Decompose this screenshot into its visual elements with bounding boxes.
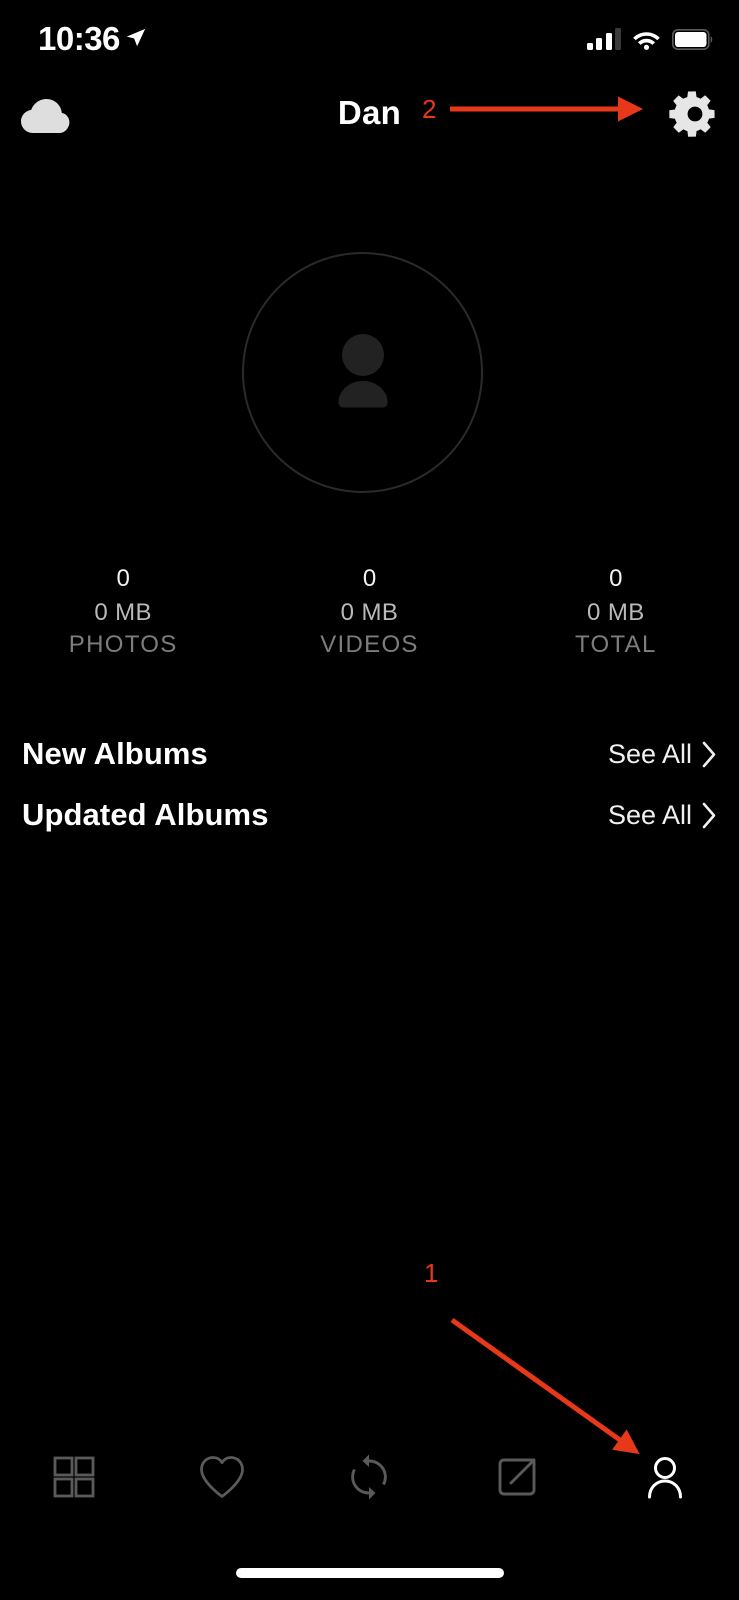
external-link-icon xyxy=(498,1458,536,1496)
section-title: New Albums xyxy=(22,736,208,771)
status-bar: 10:36 xyxy=(0,0,739,70)
stat-size: 0 MB xyxy=(94,599,152,626)
battery-full-icon xyxy=(672,28,713,50)
status-time: 10:36 xyxy=(38,20,120,57)
see-all-new-albums-button[interactable]: See All xyxy=(608,739,717,770)
heart-icon xyxy=(199,1456,244,1498)
stat-label: VIDEOS xyxy=(320,631,419,658)
see-all-label: See All xyxy=(607,738,692,769)
chevron-right-icon xyxy=(702,802,716,828)
section-updated-albums[interactable]: Updated Albums See All xyxy=(0,787,739,843)
stat-count: 0 xyxy=(362,565,377,592)
storage-stats: 0 0 MB PHOTOS 0 0 MB VIDEOS 0 0 MB TOTAL xyxy=(0,562,739,661)
stat-count: 0 xyxy=(609,565,623,592)
stat-photos: 0 0 MB PHOTOS xyxy=(0,562,246,661)
section-new-albums[interactable]: New Albums See All xyxy=(0,726,739,782)
stat-size: 0 MB xyxy=(340,599,399,626)
annotation-arrow-1 xyxy=(450,1317,640,1455)
stat-count: 0 xyxy=(116,565,130,592)
tab-profile[interactable] xyxy=(591,1432,739,1522)
tab-grid[interactable] xyxy=(0,1432,148,1522)
app-header: Dan xyxy=(0,78,739,150)
stat-videos: 0 0 MB VIDEOS xyxy=(246,562,492,661)
avatar[interactable] xyxy=(242,252,483,493)
tab-favorites[interactable] xyxy=(148,1432,296,1522)
see-all-label: See All xyxy=(607,799,692,830)
person-icon xyxy=(648,1457,683,1499)
tab-bar xyxy=(0,1432,739,1522)
section-title: Updated Albums xyxy=(22,797,269,832)
stat-size: 0 MB xyxy=(587,599,645,626)
cellular-signal-icon xyxy=(586,28,621,50)
stat-label: TOTAL xyxy=(575,631,657,658)
status-indicators xyxy=(586,28,715,50)
page-title: Dan xyxy=(337,94,402,131)
grid-icon xyxy=(53,1456,95,1498)
location-arrow-icon xyxy=(126,28,146,47)
stat-total: 0 0 MB TOTAL xyxy=(493,562,739,661)
chevron-right-icon xyxy=(702,741,716,767)
home-indicator[interactable] xyxy=(235,1568,504,1578)
sync-refresh-icon xyxy=(351,1454,388,1500)
gear-icon[interactable] xyxy=(669,88,721,140)
stat-label: PHOTOS xyxy=(68,631,178,658)
wifi-icon xyxy=(633,31,660,50)
tab-share[interactable] xyxy=(443,1432,591,1522)
person-placeholder-icon xyxy=(338,333,387,407)
tab-sync[interactable] xyxy=(296,1432,444,1522)
annotation-label-1: 1 xyxy=(424,1258,439,1288)
see-all-updated-albums-button[interactable]: See All xyxy=(608,800,717,831)
